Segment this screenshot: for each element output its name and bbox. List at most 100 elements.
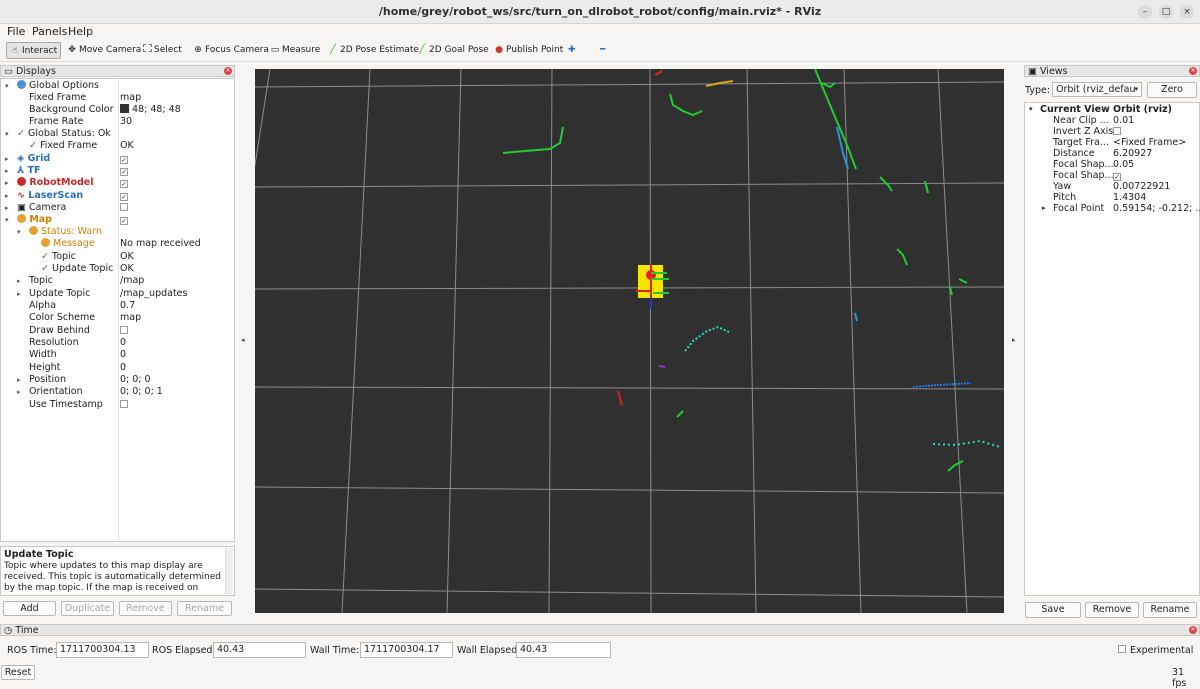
hand-icon: ☝ xyxy=(12,46,18,56)
move-camera-tool[interactable]: ✥ Move Camera xyxy=(64,42,144,59)
displays-tree: ▾ Global Options Fixed Frame map Backgrou… xyxy=(0,78,235,543)
robot-model xyxy=(636,264,669,309)
error-icon xyxy=(17,177,26,186)
wall-elapsed-label: Wall Elapsed: xyxy=(457,645,521,656)
use-timestamp-checkbox[interactable] xyxy=(120,400,128,408)
focal-point-label: Focal Point xyxy=(1053,203,1105,214)
render-viewport[interactable] xyxy=(255,69,1004,613)
check-icon: ✓ xyxy=(17,128,25,139)
robotmodel-enabled-checkbox[interactable]: ✓ xyxy=(120,180,128,188)
chevron-down-icon: ▾ xyxy=(1134,85,1138,93)
laser-scan-points xyxy=(502,69,1001,472)
warning-icon xyxy=(17,214,26,223)
map-enabled-checkbox[interactable]: ✓ xyxy=(120,217,128,225)
goal-pose-tool[interactable]: ╱ 2D Goal Pose xyxy=(414,42,492,59)
reset-button[interactable]: Reset xyxy=(1,665,35,680)
focal-shape-fixed-label: Focal Shap... xyxy=(1053,170,1114,181)
draw-behind-checkbox[interactable] xyxy=(120,326,128,334)
scene-canvas[interactable] xyxy=(255,69,1004,613)
tf-enabled-checkbox[interactable]: ✓ xyxy=(120,168,128,176)
duplicate-display-button[interactable]: Duplicate xyxy=(61,601,114,616)
rename-display-button[interactable]: Rename xyxy=(177,601,232,616)
measure-tool[interactable]: ▭ Measure xyxy=(267,42,323,59)
description-title: Update Topic xyxy=(4,549,74,560)
pitch-value[interactable]: 1.4304 xyxy=(1113,192,1146,203)
select-icon xyxy=(143,44,152,52)
distance-label: Distance xyxy=(1053,148,1095,159)
collapse-left-icon[interactable]: ◂ xyxy=(241,336,245,344)
description-text: Topic where updates to this map display … xyxy=(4,561,221,593)
title-bar: /home/grey/robot_ws/src/turn_on_dlrobot_… xyxy=(0,0,1200,24)
close-views-icon[interactable]: ✕ xyxy=(1189,67,1197,75)
near-clip-label: Near Clip ... xyxy=(1053,115,1109,126)
experimental-label: Experimental xyxy=(1130,645,1194,656)
rename-view-button[interactable]: Rename xyxy=(1143,602,1197,618)
remove-view-button[interactable]: Remove xyxy=(1085,602,1139,618)
window-title: /home/grey/robot_ws/src/turn_on_dlrobot_… xyxy=(378,5,822,18)
views-type-label: Type: xyxy=(1025,85,1051,96)
wall-time-field[interactable]: 1711700304.17 xyxy=(360,642,453,658)
add-display-button[interactable]: Add xyxy=(3,601,56,616)
close-displays-icon[interactable]: ✕ xyxy=(224,67,232,75)
zero-view-button[interactable]: Zero xyxy=(1147,82,1197,98)
yaw-value[interactable]: 0.00722921 xyxy=(1113,181,1170,192)
add-tool-button[interactable]: ✚ xyxy=(565,42,579,59)
grid-icon: ◈ xyxy=(17,153,25,164)
minimize-button[interactable]: – xyxy=(1138,5,1152,19)
check-icon: ✓ xyxy=(41,251,49,262)
menu-panels[interactable]: Panels xyxy=(32,25,67,38)
focal-shape-size-value[interactable]: 0.05 xyxy=(1113,159,1134,170)
displays-header: ▭ Displays ✕ xyxy=(0,65,235,77)
menu-file[interactable]: File xyxy=(7,25,25,38)
views-header: ▣ Views ✕ xyxy=(1024,65,1200,77)
remove-tool-button[interactable]: ━ xyxy=(597,42,608,59)
menu-bar: File Panels Help xyxy=(0,24,1200,40)
check-icon: ✓ xyxy=(29,140,37,151)
save-view-button[interactable]: Save xyxy=(1025,602,1081,618)
warning-icon xyxy=(29,226,38,235)
tf-icon: ⅄ xyxy=(17,165,25,176)
remove-display-button[interactable]: Remove xyxy=(119,601,172,616)
focus-camera-tool[interactable]: ⊕ Focus Camera xyxy=(190,42,272,59)
pose-estimate-tool[interactable]: ╱ 2D Pose Estimate xyxy=(325,42,422,59)
camera-icon: ▣ xyxy=(17,202,26,213)
focal-shape-fixed-checkbox[interactable]: ✓ xyxy=(1113,173,1121,181)
interact-tool[interactable]: ☝ Interact xyxy=(6,42,62,59)
select-tool[interactable]: Select xyxy=(140,42,185,59)
grid-lines xyxy=(255,69,1004,613)
close-button[interactable]: × xyxy=(1180,5,1194,19)
collapse-right-icon[interactable]: ▸ xyxy=(1012,336,1016,344)
ros-time-field[interactable]: 1711700304.13 xyxy=(56,642,149,658)
focus-icon: ⊕ xyxy=(194,45,202,55)
clock-icon: ◷ xyxy=(4,625,13,636)
camera-enabled-checkbox[interactable] xyxy=(120,203,128,211)
publish-point-tool[interactable]: ● Publish Point xyxy=(491,42,566,59)
ros-elapsed-label: ROS Elapsed: xyxy=(152,645,216,656)
time-header: ◷ Time ✕ xyxy=(0,624,1200,636)
description-scrollbar[interactable] xyxy=(225,548,233,594)
target-frame-value[interactable]: <Fixed Frame> xyxy=(1113,137,1186,148)
map-pin-icon: ● xyxy=(495,45,503,55)
close-time-icon[interactable]: ✕ xyxy=(1189,626,1197,634)
views-tree: ▾ Current View Orbit (rviz) Near Clip ..… xyxy=(1024,102,1200,596)
fps-counter: 31 fps xyxy=(1172,667,1187,689)
maximize-button[interactable]: □ xyxy=(1159,5,1173,19)
view-type-select[interactable]: Orbit (rviz_defau ▾ xyxy=(1052,82,1142,97)
near-clip-value[interactable]: 0.01 xyxy=(1113,115,1134,126)
focal-point-value[interactable]: 0.59154; -0.212; ... xyxy=(1113,203,1200,214)
toolbar: ☝ Interact ✥ Move Camera Select ⊕ Focus Cam… xyxy=(0,40,1200,62)
laserscan-enabled-checkbox[interactable]: ✓ xyxy=(120,193,128,201)
experimental-checkbox[interactable] xyxy=(1118,645,1126,653)
menu-help[interactable]: Help xyxy=(68,25,93,38)
color-swatch xyxy=(120,104,129,113)
time-panel: ◷ Time ✕ ROS Time: 1711700304.13 ROS Ela… xyxy=(0,624,1200,689)
distance-value[interactable]: 6.20927 xyxy=(1113,148,1152,159)
pitch-label: Pitch xyxy=(1053,192,1077,203)
invert-z-checkbox[interactable] xyxy=(1113,127,1121,135)
ros-elapsed-field[interactable]: 40.43 xyxy=(213,642,306,658)
wall-elapsed-field[interactable]: 40.43 xyxy=(516,642,611,658)
globe-icon xyxy=(17,80,26,89)
grid-enabled-checkbox[interactable]: ✓ xyxy=(120,156,128,164)
monitor-icon: ▭ xyxy=(4,66,13,77)
current-view-value: Orbit (rviz) xyxy=(1113,104,1173,115)
